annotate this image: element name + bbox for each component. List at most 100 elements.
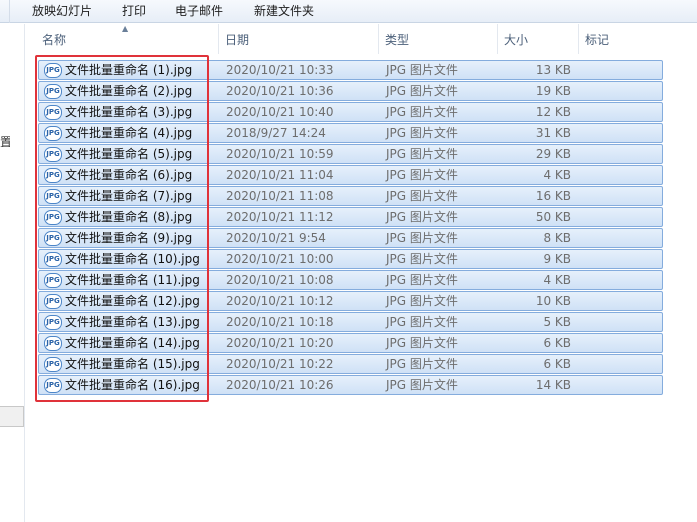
file-date: 2020/10/21 10:12 [226,294,334,308]
file-row[interactable]: JPG 文件批量重命名 (2).jpg 2020/10/21 10:36 JPG 图片… [38,81,663,101]
file-row[interactable]: JPG 文件批量重命名 (6).jpg 2020/10/21 11:04 JPG 图片… [38,165,663,185]
file-name[interactable]: 文件批量重命名 (16).jpg [65,376,200,395]
jpg-file-icon: JPG [44,378,62,393]
file-date: 2020/10/21 10:18 [226,315,334,329]
toolbar-separator [0,0,10,23]
file-type: JPG 图片文件 [386,210,458,224]
file-row[interactable]: JPG 文件批量重命名 (13).jpg 2020/10/21 10:18 JPG 图… [38,312,663,332]
file-name[interactable]: 文件批量重命名 (6).jpg [65,166,192,185]
file-type: JPG 图片文件 [386,378,458,392]
command-toolbar: 放映幻灯片 打印 电子邮件 新建文件夹 [0,0,697,23]
file-type: JPG 图片文件 [386,357,458,371]
file-row[interactable]: JPG 文件批量重命名 (8).jpg 2020/10/21 11:12 JPG 图片… [38,207,663,227]
column-size[interactable]: 大小 [498,24,579,54]
jpg-file-icon: JPG [44,147,62,162]
file-name[interactable]: 文件批量重命名 (4).jpg [65,124,192,143]
file-row[interactable]: JPG 文件批量重命名 (3).jpg 2020/10/21 10:40 JPG 图片… [38,102,663,122]
file-date: 2020/10/21 9:54 [226,231,326,245]
column-name[interactable]: 名称 [36,24,219,54]
file-type: JPG 图片文件 [386,126,458,140]
file-row[interactable]: JPG 文件批量重命名 (12).jpg 2020/10/21 10:12 JPG 图… [38,291,663,311]
file-size: 19 KB [535,84,571,98]
file-date: 2020/10/21 10:26 [226,378,334,392]
jpg-file-icon: JPG [44,231,62,246]
file-size: 31 KB [535,126,571,140]
file-date: 2020/10/21 10:08 [226,273,334,287]
jpg-file-icon: JPG [44,357,62,372]
file-size: 50 KB [535,210,571,224]
file-name[interactable]: 文件批量重命名 (13).jpg [65,313,200,332]
jpg-file-icon: JPG [44,105,62,120]
file-row[interactable]: JPG 文件批量重命名 (15).jpg 2020/10/21 10:22 JPG 图… [38,354,663,374]
file-name[interactable]: 文件批量重命名 (2).jpg [65,82,192,101]
jpg-file-icon: JPG [44,189,62,204]
column-date[interactable]: 日期 [219,24,379,54]
file-row[interactable]: JPG 文件批量重命名 (16).jpg 2020/10/21 10:26 JPG 图… [38,375,663,395]
email-button[interactable]: 电子邮件 [175,3,223,20]
new-folder-button[interactable]: 新建文件夹 [254,3,314,20]
file-date: 2020/10/21 10:33 [226,63,334,77]
file-row[interactable]: JPG 文件批量重命名 (10).jpg 2020/10/21 10:00 JPG 图… [38,249,663,269]
file-size: 12 KB [535,105,571,119]
file-row[interactable]: JPG 文件批量重命名 (9).jpg 2020/10/21 9:54 JPG 图片文… [38,228,663,248]
file-date: 2020/10/21 11:08 [226,189,334,203]
file-size: 14 KB [535,378,571,392]
file-size: 6 KB [543,336,571,350]
file-type: JPG 图片文件 [386,252,458,266]
file-size: 4 KB [543,273,571,287]
jpg-file-icon: JPG [44,168,62,183]
file-type: JPG 图片文件 [386,63,458,77]
slideshow-button[interactable]: 放映幻灯片 [32,3,92,20]
file-name[interactable]: 文件批量重命名 (7).jpg [65,187,192,206]
file-date: 2020/10/21 10:59 [226,147,334,161]
file-date: 2020/10/21 11:12 [226,210,334,224]
file-date: 2020/10/21 10:36 [226,84,334,98]
file-date: 2020/10/21 10:00 [226,252,334,266]
file-name[interactable]: 文件批量重命名 (9).jpg [65,229,192,248]
file-type: JPG 图片文件 [386,273,458,287]
file-row[interactable]: JPG 文件批量重命名 (14).jpg 2020/10/21 10:20 JPG 图… [38,333,663,353]
file-type: JPG 图片文件 [386,315,458,329]
file-date: 2020/10/21 10:20 [226,336,334,350]
file-type: JPG 图片文件 [386,84,458,98]
file-size: 16 KB [535,189,571,203]
file-name[interactable]: 文件批量重命名 (3).jpg [65,103,192,122]
file-type: JPG 图片文件 [386,231,458,245]
file-type: JPG 图片文件 [386,105,458,119]
file-row[interactable]: JPG 文件批量重命名 (1).jpg 2020/10/21 10:33 JPG 图片… [38,60,663,80]
file-row[interactable]: JPG 文件批量重命名 (11).jpg 2020/10/21 10:08 JPG 图… [38,270,663,290]
jpg-file-icon: JPG [44,210,62,225]
file-name[interactable]: 文件批量重命名 (5).jpg [65,145,192,164]
file-name[interactable]: 文件批量重命名 (14).jpg [65,334,200,353]
file-size: 29 KB [535,147,571,161]
file-row[interactable]: JPG 文件批量重命名 (5).jpg 2020/10/21 10:59 JPG 图片… [38,144,663,164]
jpg-file-icon: JPG [44,126,62,141]
column-tags[interactable]: 标记 [579,24,666,54]
file-row[interactable]: JPG 文件批量重命名 (4).jpg 2018/9/27 14:24 JPG 图片文… [38,123,663,143]
file-name[interactable]: 文件批量重命名 (8).jpg [65,208,192,227]
nav-partial-label[interactable]: 置 [0,133,10,150]
jpg-file-icon: JPG [44,294,62,309]
jpg-file-icon: JPG [44,336,62,351]
file-type: JPG 图片文件 [386,336,458,350]
file-type: JPG 图片文件 [386,168,458,182]
jpg-file-icon: JPG [44,273,62,288]
file-size: 8 KB [543,231,571,245]
print-button[interactable]: 打印 [122,3,146,20]
file-name[interactable]: 文件批量重命名 (12).jpg [65,292,200,311]
file-name[interactable]: 文件批量重命名 (15).jpg [65,355,200,374]
file-date: 2020/10/21 10:40 [226,105,334,119]
file-name[interactable]: 文件批量重命名 (11).jpg [65,271,200,290]
column-type[interactable]: 类型 [379,24,498,54]
file-type: JPG 图片文件 [386,294,458,308]
file-name[interactable]: 文件批量重命名 (1).jpg [65,61,192,80]
file-size: 13 KB [535,63,571,77]
nav-horizontal-scrollbar[interactable] [0,406,24,427]
file-name[interactable]: 文件批量重命名 (10).jpg [65,250,200,269]
navigation-pane: 置 [0,24,25,522]
file-row[interactable]: JPG 文件批量重命名 (7).jpg 2020/10/21 11:08 JPG 图片… [38,186,663,206]
file-size: 6 KB [543,357,571,371]
file-date: 2020/10/21 10:22 [226,357,334,371]
file-date: 2020/10/21 11:04 [226,168,334,182]
file-size: 10 KB [535,294,571,308]
